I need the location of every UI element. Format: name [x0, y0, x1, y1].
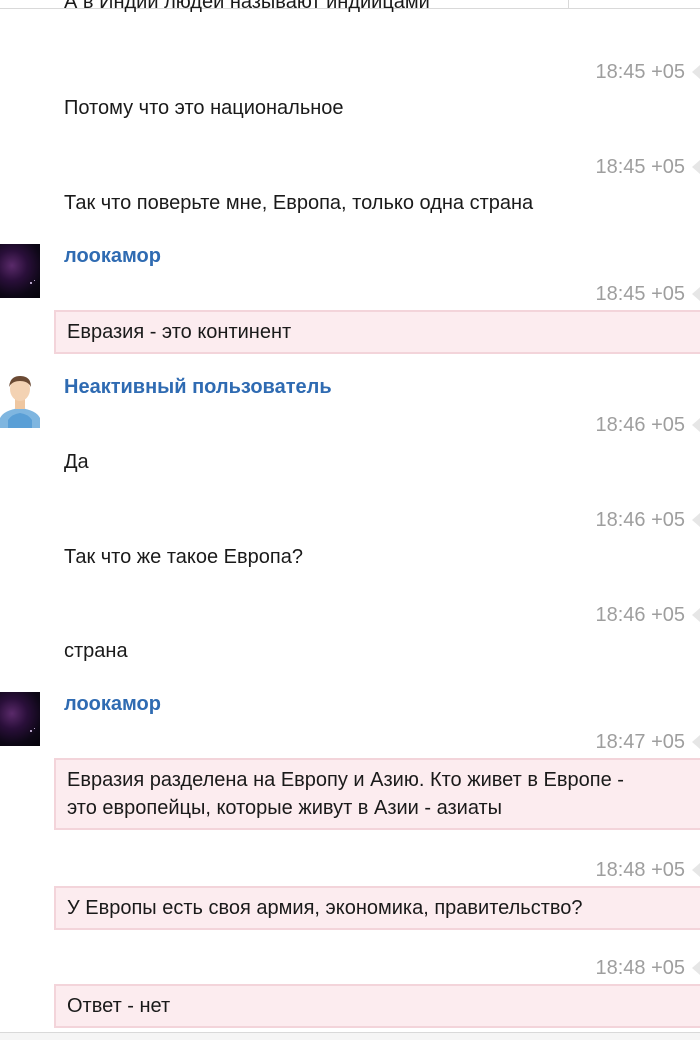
avatar-star: [34, 280, 35, 281]
message-timestamp: 18:45 +05: [595, 156, 685, 178]
message-text: страна: [64, 640, 128, 662]
message-text: Потому что это национальное: [64, 97, 344, 119]
message-caret-icon: [692, 513, 700, 527]
avatar-star: [30, 282, 32, 284]
message-timestamp: 18:48 +05: [595, 859, 685, 881]
message-text: Ответ - нет: [67, 995, 171, 1017]
message-timestamp: 18:48 +05: [595, 957, 685, 979]
message-timestamp: 18:46 +05: [595, 414, 685, 436]
message-bubble: У Европы есть своя армия, экономика, пра…: [54, 886, 700, 930]
message-timestamp: 18:46 +05: [595, 509, 685, 531]
message-text: Евразия - это континент: [67, 321, 292, 343]
message-caret-icon: [692, 65, 700, 79]
message-timestamp: 18:45 +05: [595, 283, 685, 305]
default-user-avatar-icon: [0, 376, 40, 428]
avatar-star: [30, 730, 32, 732]
message-caret-icon: [692, 608, 700, 622]
message-timestamp: 18:45 +05: [595, 61, 685, 83]
message-caret-icon: [692, 160, 700, 174]
message-timestamp: 18:46 +05: [595, 604, 685, 626]
author-name[interactable]: лоокамор: [64, 692, 161, 716]
author-name[interactable]: лоокамор: [64, 244, 161, 268]
message-caret-icon: [692, 418, 700, 432]
previous-message-text: А в Индии людей называют индийцами: [64, 0, 430, 13]
message-text-line: Евразия разделена на Европу и Азию. Кто …: [67, 769, 624, 791]
message-caret-icon: [692, 863, 700, 877]
message-bubble: Евразия разделена на Европу и Азию. Кто …: [54, 758, 700, 830]
message-caret-icon: [692, 287, 700, 301]
avatar[interactable]: [0, 692, 40, 746]
message-text: Так что поверьте мне, Европа, только одн…: [64, 192, 534, 214]
message-text: У Европы есть своя армия, экономика, пра…: [67, 897, 583, 919]
message-text-line: это европейцы, которые живут в Азии - аз…: [67, 797, 503, 819]
message-caret-icon: [692, 961, 700, 975]
message-text: Так что же такое Европа?: [64, 546, 303, 568]
message-bubble: Евразия - это континент: [54, 310, 700, 354]
message-text: Да: [64, 451, 89, 473]
message-bubble: Ответ - нет: [54, 984, 700, 1028]
avatar[interactable]: [0, 244, 40, 298]
message-timestamp: 18:47 +05: [595, 731, 685, 753]
divider-tick: [568, 0, 569, 8]
message-caret-icon: [692, 735, 700, 749]
author-name[interactable]: Неактивный пользователь: [64, 375, 332, 399]
avatar-star: [34, 728, 35, 729]
avatar[interactable]: [0, 372, 40, 428]
